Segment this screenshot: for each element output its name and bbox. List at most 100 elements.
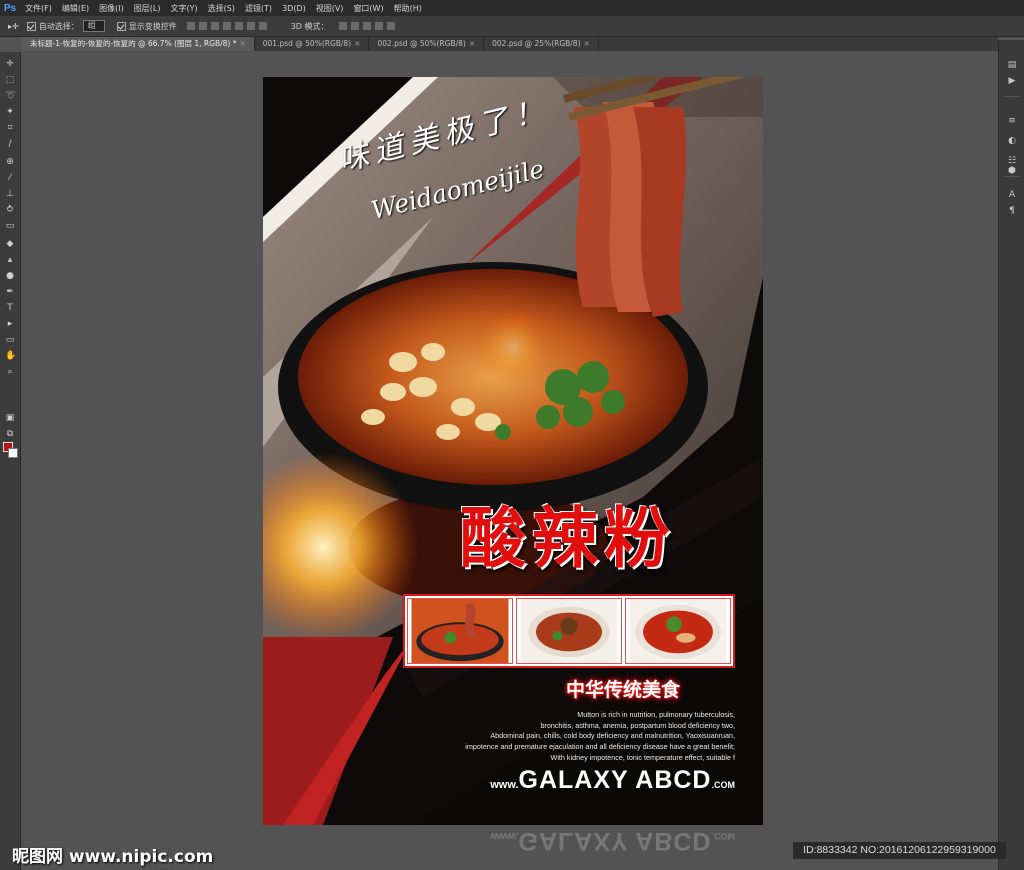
pan-3d-icon[interactable] xyxy=(362,22,371,30)
panel-divider xyxy=(1003,96,1021,97)
eyedropper-icon[interactable]: ∕ xyxy=(5,140,15,149)
tab-document-3[interactable]: 002.psd @ 50%(RGB/8) × xyxy=(369,37,485,51)
menu-filter[interactable]: 滤镜(T) xyxy=(240,3,277,14)
menu-edit[interactable]: 编辑(E) xyxy=(57,3,94,14)
auto-select-checkbox[interactable] xyxy=(26,21,36,31)
adjustments-panel-icon[interactable]: ◐ xyxy=(1006,136,1018,146)
align-center-icon[interactable] xyxy=(234,22,243,30)
menu-type[interactable]: 文字(Y) xyxy=(165,3,202,14)
document-canvas[interactable]: 味道美极了！ Weidaomeijile 酸辣粉 中华传统美食 Mutton i… xyxy=(263,77,763,825)
crop-icon[interactable]: ⌗ xyxy=(5,124,15,133)
brush-icon[interactable]: ⁄ xyxy=(5,174,15,183)
poster-subtitle: 中华传统美食 xyxy=(566,679,681,701)
options-bar: ▸✛ 自动选择： 组 显示变换控件 3D 模式： xyxy=(0,16,1024,37)
pen-icon[interactable]: ✒ xyxy=(5,288,15,297)
image-id-watermark: ID:8833342 NO:20161206122959319000 xyxy=(793,842,1006,859)
align-bottom-icon[interactable] xyxy=(210,22,219,30)
close-icon[interactable]: × xyxy=(584,39,590,48)
character-panel-icon[interactable]: A xyxy=(1006,190,1018,200)
auto-select-dropdown[interactable]: 组 xyxy=(82,20,105,32)
menu-window[interactable]: 窗口(W) xyxy=(348,3,388,14)
paint-bucket-icon[interactable]: ◆ xyxy=(5,240,15,249)
description-line: Abdominal pain, chills, cold body defici… xyxy=(490,731,735,741)
brand-url: www.GALAXY ABCD.COM xyxy=(483,766,735,795)
brand-reflection: www.GALAXY ABCD.COM xyxy=(263,828,763,870)
tools-panel: ✛ ⬚ ➰ ✦ ⌗ ∕ ⊕ ⁄ ⊥ ⥁ ▭ ◆ ▴ ● ✒ T ▸ ▭ ✋ ⌕ … xyxy=(0,52,21,870)
scale-3d-icon[interactable] xyxy=(386,22,395,30)
brand-reflection-text: www.GALAXY ABCD.COM xyxy=(483,828,735,855)
background-color-swatch[interactable] xyxy=(8,448,18,458)
menu-layer[interactable]: 图层(L) xyxy=(129,3,166,14)
paragraph-panel-icon[interactable]: ¶ xyxy=(1006,206,1018,216)
align-left-icon[interactable] xyxy=(222,22,231,30)
panel-divider xyxy=(1003,176,1021,177)
menu-help[interactable]: 帮助(H) xyxy=(389,3,427,14)
close-icon[interactable]: × xyxy=(239,39,245,48)
description-line: impotence and premature ejaculation and … xyxy=(465,742,735,752)
dish-photo xyxy=(407,598,513,664)
menu-bar: Ps 文件(F) 编辑(E) 图像(I) 图层(L) 文字(Y) 选择(S) 滤… xyxy=(0,0,1024,16)
tab-label: 001.psd @ 50%(RGB/8) xyxy=(262,39,352,48)
history-panel-icon[interactable]: ▤ xyxy=(1006,60,1018,70)
menu-image[interactable]: 图像(I) xyxy=(94,3,129,14)
quick-select-icon[interactable]: ✦ xyxy=(5,108,15,117)
tab-document-4[interactable]: 002.psd @ 25%(RGB/8) × xyxy=(484,37,599,51)
clone-stamp-icon[interactable]: ⊥ xyxy=(5,190,15,199)
type-icon[interactable]: T xyxy=(5,304,15,313)
tab-document-2[interactable]: 001.psd @ 50%(RGB/8) × xyxy=(255,37,370,51)
distribute-icon[interactable] xyxy=(258,22,267,30)
swatches-panel-icon[interactable]: ☷ xyxy=(1006,156,1018,166)
move-icon[interactable]: ✛ xyxy=(5,60,15,69)
close-icon[interactable]: × xyxy=(469,39,475,48)
path-select-icon[interactable]: ▸ xyxy=(5,320,15,329)
dish-title: 酸辣粉 xyxy=(460,499,676,577)
eraser-icon[interactable]: ▭ xyxy=(5,222,15,231)
show-transform-checkbox[interactable] xyxy=(116,21,126,31)
description-line: With kidney impotence, tonic temperature… xyxy=(550,752,735,762)
menu-file[interactable]: 文件(F) xyxy=(20,3,57,14)
shape-icon[interactable]: ▭ xyxy=(5,336,15,345)
dish-photo xyxy=(625,598,731,664)
slide-3d-icon[interactable] xyxy=(374,22,383,30)
tab-document-1[interactable]: 未标题-1-恢复的-恢复的-恢复的 @ 66.7% (图层 1, RGB/8) … xyxy=(22,37,255,51)
quick-mask-icon[interactable]: ▣ xyxy=(5,414,15,423)
brand-suffix: .COM xyxy=(711,780,736,790)
history-brush-icon[interactable]: ⥁ xyxy=(5,206,15,215)
3d-panel-icon[interactable]: ⬢ xyxy=(1006,166,1018,176)
align-right-icon[interactable] xyxy=(246,22,255,30)
move-tool-preset-icon[interactable]: ▸✛ xyxy=(8,22,19,31)
marquee-icon[interactable]: ⬚ xyxy=(5,76,15,85)
auto-select-label: 自动选择： xyxy=(38,21,79,31)
brand-name: GALAXY ABCD xyxy=(518,766,712,794)
align-icons xyxy=(186,22,267,30)
dish-photo xyxy=(516,598,622,664)
properties-panel-icon[interactable]: ≡ xyxy=(1006,116,1018,126)
actions-panel-icon[interactable]: ▶ xyxy=(1006,76,1018,86)
align-middle-icon[interactable] xyxy=(198,22,207,30)
zoom-icon[interactable]: ⌕ xyxy=(5,368,15,377)
rotate-3d-icon[interactable] xyxy=(338,22,347,30)
menu-view[interactable]: 视图(V) xyxy=(311,3,349,14)
align-top-icon[interactable] xyxy=(186,22,195,30)
brand-reflection-name: GALAXY ABCD xyxy=(518,828,712,855)
panel-dock: ▤ ▶ ≡ ◐ ☷ ⬢ A ¶ xyxy=(998,40,1024,870)
site-watermark: 昵图网 www.nipic.com xyxy=(12,847,214,867)
brand-prefix: www. xyxy=(490,779,519,791)
tab-label: 002.psd @ 50%(RGB/8) xyxy=(377,39,466,48)
lasso-icon[interactable]: ➰ xyxy=(5,92,16,101)
blur-icon[interactable]: ▴ xyxy=(5,256,15,265)
roll-3d-icon[interactable] xyxy=(350,22,359,30)
show-transform-label: 显示变换控件 xyxy=(128,21,177,31)
menu-3d[interactable]: 3D(D) xyxy=(277,4,311,13)
menu-select[interactable]: 选择(S) xyxy=(203,3,240,14)
photoshop-logo: Ps xyxy=(3,2,17,14)
screen-mode-icon[interactable]: ⧉ xyxy=(5,430,15,439)
description-line: bronchitis, asthma, anemia, postpartum b… xyxy=(540,720,735,730)
hand-icon[interactable]: ✋ xyxy=(5,352,16,361)
dodge-icon[interactable]: ● xyxy=(5,272,15,281)
healing-brush-icon[interactable]: ⊕ xyxy=(5,158,15,167)
tab-label: 002.psd @ 25%(RGB/8) xyxy=(492,39,581,48)
close-icon[interactable]: × xyxy=(354,39,360,48)
mode-3d-label: 3D 模式： xyxy=(290,21,329,31)
description-text: Mutton is rich in nutrition, pulmonary t… xyxy=(443,710,735,764)
